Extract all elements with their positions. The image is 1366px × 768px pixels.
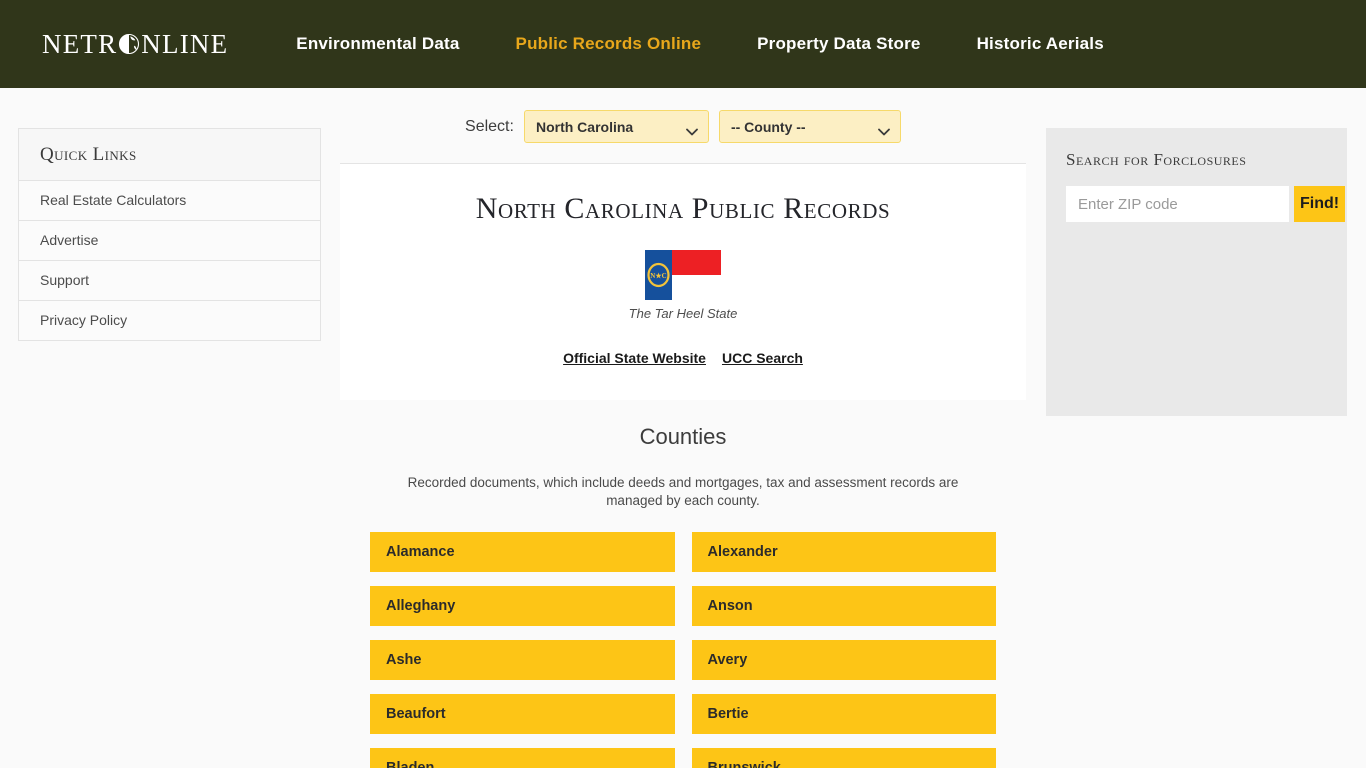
- sidebar-item-advertise[interactable]: Advertise: [19, 221, 320, 261]
- county-button[interactable]: Avery: [691, 639, 996, 680]
- county-button[interactable]: Ashe: [370, 639, 675, 680]
- state-county-selector-row: Select: North Carolina -- County --: [340, 88, 1026, 163]
- select-label: Select:: [465, 117, 514, 135]
- page-body: Quick Links Real Estate Calculators Adve…: [0, 88, 1366, 768]
- state-select[interactable]: North Carolina: [523, 110, 709, 143]
- county-button[interactable]: Beaufort: [370, 693, 675, 734]
- county-button[interactable]: Alexander: [691, 531, 996, 572]
- state-links: Official State Website UCC Search: [360, 350, 1006, 366]
- sidebar-item-real-estate-calculators[interactable]: Real Estate Calculators: [19, 181, 320, 221]
- site-header: NETR NLINE Environmental Data Public Rec…: [0, 0, 1366, 88]
- globe-icon: [118, 33, 140, 55]
- forclosure-search-form: Find!: [1066, 186, 1346, 222]
- county-select-wrapper: -- County --: [718, 110, 901, 143]
- quick-links-title: Quick Links: [19, 129, 320, 181]
- state-select-wrapper: North Carolina: [523, 110, 709, 143]
- sidebar-item-privacy-policy[interactable]: Privacy Policy: [19, 301, 320, 340]
- forclosure-search-panel: Search for Forclosures Find!: [1046, 128, 1347, 416]
- logo-text-right: NLINE: [141, 28, 229, 59]
- ucc-search-link[interactable]: UCC Search: [722, 350, 803, 366]
- county-button[interactable]: Bladen: [370, 747, 675, 768]
- county-grid: Alamance Alexander Alleghany Anson Ashe Avery…: [340, 531, 1026, 768]
- zip-code-input[interactable]: [1066, 186, 1289, 222]
- nav-item-property-data-store[interactable]: Property Data Store: [757, 34, 920, 54]
- county-button[interactable]: Alamance: [370, 531, 675, 572]
- brand-logo[interactable]: NETR NLINE: [42, 29, 228, 59]
- page-title: North Carolina Public Records: [475, 192, 891, 225]
- counties-heading: Counties: [639, 424, 727, 449]
- official-state-website-link[interactable]: Official State Website: [563, 350, 706, 366]
- quick-links-panel: Quick Links Real Estate Calculators Adve…: [18, 128, 321, 341]
- nav-item-historic-aerials[interactable]: Historic Aerials: [977, 34, 1104, 54]
- center-column: Select: North Carolina -- County -- Nort…: [340, 88, 1026, 768]
- nav-item-environmental-data[interactable]: Environmental Data: [296, 34, 459, 54]
- counties-description: Recorded documents, which include deeds …: [407, 475, 959, 508]
- main-navigation: Environmental Data Public Records Online…: [296, 34, 1104, 54]
- find-button[interactable]: Find!: [1294, 186, 1346, 222]
- county-button[interactable]: Bertie: [691, 693, 996, 734]
- state-info-card: North Carolina Public Records N★C The Ta…: [340, 163, 1026, 400]
- sidebar-item-support[interactable]: Support: [19, 261, 320, 301]
- county-select[interactable]: -- County --: [718, 110, 901, 143]
- north-carolina-flag-icon: N★C: [645, 250, 721, 300]
- county-button[interactable]: Alleghany: [370, 585, 675, 626]
- forclosure-search-title: Search for Forclosures: [1066, 150, 1247, 169]
- county-button[interactable]: Brunswick: [691, 747, 996, 768]
- county-button[interactable]: Anson: [691, 585, 996, 626]
- state-nickname: The Tar Heel State: [628, 306, 738, 321]
- nav-item-public-records-online[interactable]: Public Records Online: [516, 34, 702, 54]
- svg-text:N★C: N★C: [650, 272, 666, 280]
- logo-text-left: NETR: [42, 28, 118, 59]
